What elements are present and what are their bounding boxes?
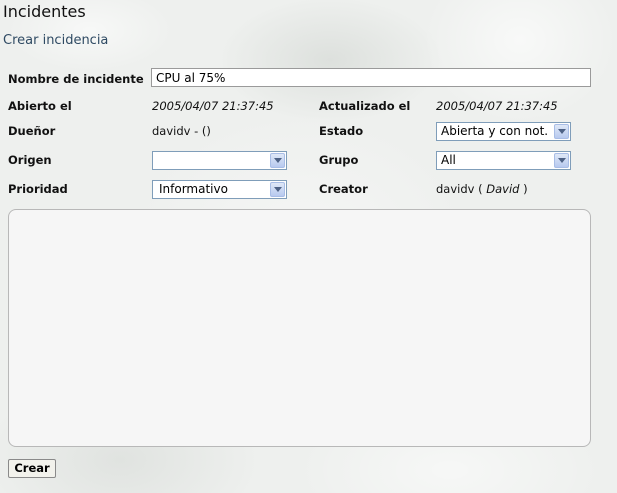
priority-label: Prioridad bbox=[8, 182, 68, 196]
chevron-down-icon[interactable] bbox=[554, 124, 569, 139]
updated-value: 2005/04/07 21:37:45 bbox=[436, 99, 558, 113]
incident-name-input[interactable] bbox=[151, 68, 591, 87]
create-button[interactable]: Crear bbox=[8, 459, 56, 478]
group-selected-value: All bbox=[441, 153, 456, 167]
owner-label: Dueñor bbox=[8, 124, 56, 138]
status-select[interactable]: Abierta y con not. bbox=[436, 122, 571, 141]
group-select[interactable]: All bbox=[436, 151, 571, 170]
origin-select[interactable] bbox=[152, 151, 287, 170]
creator-value: davidv ( David ) bbox=[436, 182, 528, 196]
description-textarea[interactable] bbox=[8, 209, 591, 447]
opened-value: 2005/04/07 21:37:45 bbox=[152, 99, 274, 113]
page-subtitle: Crear incidencia bbox=[3, 33, 109, 48]
priority-selected-value: Informativo bbox=[159, 182, 228, 196]
status-label: Estado bbox=[319, 124, 364, 138]
opened-label: Abierto el bbox=[8, 99, 72, 113]
owner-value: davidv - () bbox=[152, 124, 211, 138]
chevron-down-icon[interactable] bbox=[270, 182, 285, 197]
creator-name: David bbox=[486, 182, 520, 196]
page-title: Incidentes bbox=[3, 2, 86, 21]
chevron-down-icon[interactable] bbox=[270, 153, 285, 168]
status-selected-value: Abierta y con not. bbox=[441, 124, 549, 138]
creator-close: ) bbox=[523, 182, 528, 196]
group-label: Grupo bbox=[319, 153, 359, 167]
chevron-down-icon[interactable] bbox=[554, 153, 569, 168]
updated-label: Actualizado el bbox=[319, 99, 411, 113]
creator-label: Creator bbox=[319, 182, 368, 196]
creator-user: davidv ( bbox=[436, 182, 483, 196]
priority-select[interactable]: Informativo bbox=[152, 180, 287, 199]
origin-label: Origen bbox=[8, 153, 52, 167]
incident-name-label: Nombre de incidente bbox=[8, 72, 144, 86]
